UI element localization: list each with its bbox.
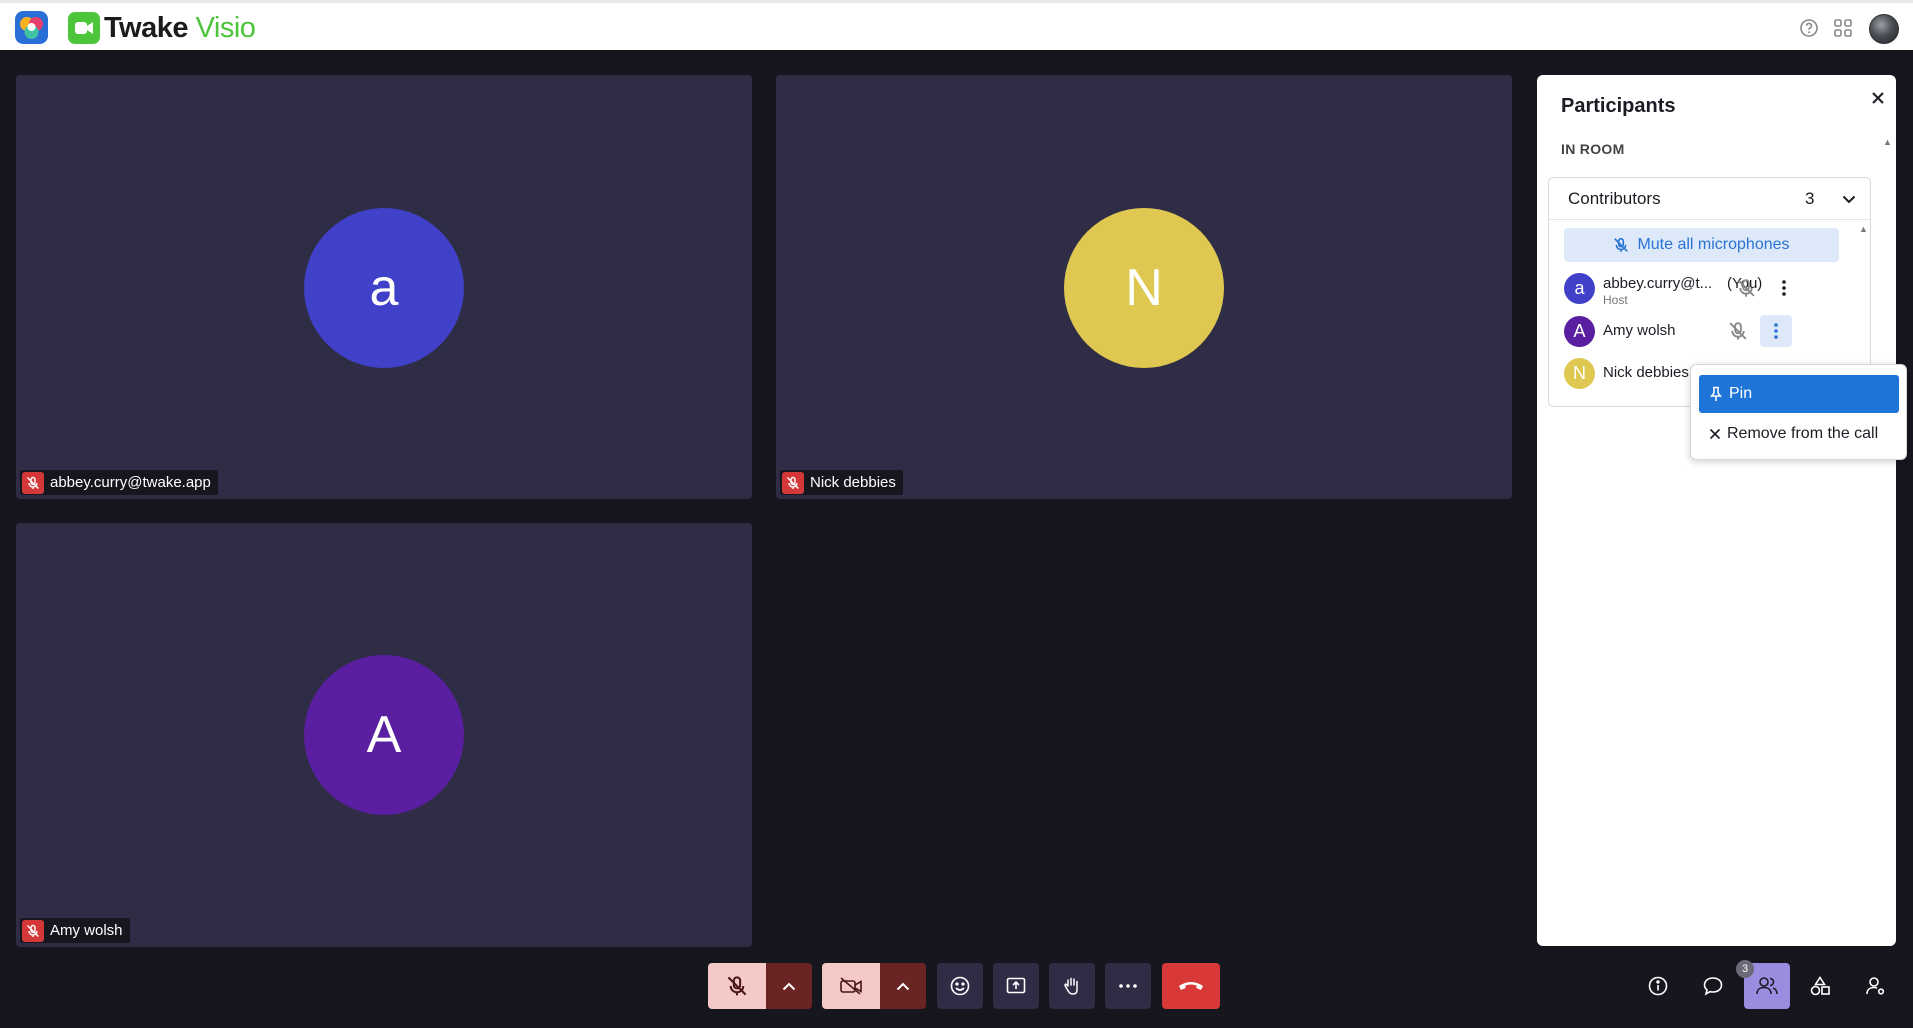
video-tile-abbey[interactable]: a abbey.curry@twake.app <box>16 75 752 499</box>
participant-row-abbey: a abbey.curry@t... (You) Host <box>1564 269 1864 309</box>
participant-name: Nick debbies <box>1603 364 1689 381</box>
mute-all-button[interactable]: Mute all microphones <box>1564 228 1839 262</box>
participants-count-badge: 3 <box>1736 960 1754 978</box>
video-camera-icon <box>68 12 100 44</box>
mic-off-icon <box>726 975 748 997</box>
camera-toggle-button[interactable] <box>822 963 880 1009</box>
section-label-in-room: IN ROOM <box>1561 141 1625 157</box>
participant-nametag: Amy wolsh <box>20 918 130 943</box>
avatar-initial: a <box>1574 278 1585 298</box>
hang-up-icon <box>1178 980 1204 992</box>
scroll-up-arrow-icon[interactable]: ▲ <box>1883 137 1892 147</box>
participant-name: abbey.curry@t... <box>1603 275 1713 292</box>
microphone-options-button[interactable] <box>766 963 812 1009</box>
user-settings-icon <box>1864 975 1886 997</box>
pin-icon <box>1709 386 1723 402</box>
mic-off-icon <box>1613 237 1629 253</box>
microphone-toggle-button[interactable] <box>708 963 766 1009</box>
avatar-initial: a <box>369 259 399 317</box>
contributors-label: Contributors <box>1568 189 1661 208</box>
contributors-header[interactable]: Contributors 3 <box>1549 178 1870 220</box>
app-launcher-logo-icon[interactable] <box>15 11 48 44</box>
chat-button[interactable] <box>1690 963 1736 1009</box>
remove-from-call-menu-item[interactable]: Remove from the call <box>1699 415 1899 453</box>
participant-name: Amy wolsh <box>50 922 123 939</box>
mic-off-icon <box>22 919 44 942</box>
participants-panel: Participants IN ROOM ▲ Contributors 3 ▲ … <box>1537 75 1896 946</box>
avatar: N <box>1564 358 1595 389</box>
reactions-button[interactable] <box>937 963 983 1009</box>
pin-menu-item[interactable]: Pin <box>1699 375 1899 413</box>
close-icon[interactable] <box>1867 87 1889 109</box>
mic-off-icon[interactable] <box>1732 274 1760 302</box>
brand-name: Twake Visio <box>104 11 256 45</box>
raise-hand-button[interactable] <box>1049 963 1095 1009</box>
screen-share-icon <box>1005 975 1027 997</box>
host-role-label: Host <box>1603 293 1628 307</box>
leave-call-button[interactable] <box>1162 963 1220 1009</box>
mute-all-label: Mute all microphones <box>1637 236 1790 253</box>
camera-options-button[interactable] <box>880 963 926 1009</box>
participant-name: abbey.curry@twake.app <box>50 474 211 491</box>
shapes-icon <box>1809 975 1831 997</box>
avatar: A <box>1564 316 1595 347</box>
video-tile-nick[interactable]: N Nick debbies <box>776 75 1512 499</box>
tools-button[interactable] <box>1797 963 1843 1009</box>
camera-off-icon <box>839 976 863 996</box>
avatar-initial: A <box>1573 321 1586 341</box>
mic-off-icon <box>22 471 44 494</box>
chat-bubble-icon <box>1702 975 1724 997</box>
more-options-button[interactable] <box>1105 963 1151 1009</box>
apps-grid-icon[interactable] <box>1832 17 1854 39</box>
brand-logo[interactable]: Twake Visio <box>68 11 256 45</box>
user-avatar[interactable] <box>1869 14 1899 44</box>
video-tile-amy[interactable]: A Amy wolsh <box>16 523 752 947</box>
help-icon[interactable] <box>1798 17 1820 39</box>
panel-title: Participants <box>1561 95 1676 117</box>
close-icon <box>1709 428 1721 440</box>
info-button[interactable] <box>1635 963 1681 1009</box>
people-icon <box>1755 975 1779 997</box>
avatar-circle: A <box>304 655 464 815</box>
participant-context-menu: Pin Remove from the call <box>1690 364 1907 460</box>
brand-accent-text: Visio <box>195 11 256 44</box>
remove-label: Remove from the call <box>1727 425 1879 442</box>
participant-nametag: abbey.curry@twake.app <box>20 470 218 495</box>
emoji-smile-icon <box>949 975 971 997</box>
chevron-up-icon <box>896 982 910 991</box>
admin-button[interactable] <box>1852 963 1898 1009</box>
top-header: Twake Visio <box>0 0 1913 50</box>
mic-off-icon[interactable] <box>1724 317 1752 345</box>
participant-row-amy: A Amy wolsh <box>1564 312 1864 352</box>
avatar-circle: a <box>304 208 464 368</box>
participant-nametag: Nick debbies <box>780 470 903 495</box>
info-icon <box>1647 975 1669 997</box>
more-options-icon[interactable] <box>1768 272 1800 304</box>
participant-name: Amy wolsh <box>1603 322 1676 339</box>
chevron-up-icon <box>782 982 796 991</box>
brand-main-text: Twake <box>104 11 189 44</box>
avatar-initial: N <box>1125 259 1163 317</box>
participant-name: Nick debbies <box>810 474 896 491</box>
avatar: a <box>1564 273 1595 304</box>
avatar-circle: N <box>1064 208 1224 368</box>
mic-off-icon <box>782 471 804 494</box>
share-screen-button[interactable] <box>993 963 1039 1009</box>
more-horizontal-icon <box>1119 984 1137 988</box>
more-options-icon[interactable] <box>1760 315 1792 347</box>
avatar-initial: A <box>366 706 402 764</box>
avatar-initial: N <box>1573 363 1586 383</box>
pin-label: Pin <box>1729 385 1753 402</box>
list-scroll-up-icon[interactable]: ▲ <box>1859 224 1868 234</box>
contributors-count: 3 <box>1805 189 1815 208</box>
chevron-down-icon[interactable] <box>1839 189 1859 209</box>
hand-icon <box>1061 975 1083 997</box>
